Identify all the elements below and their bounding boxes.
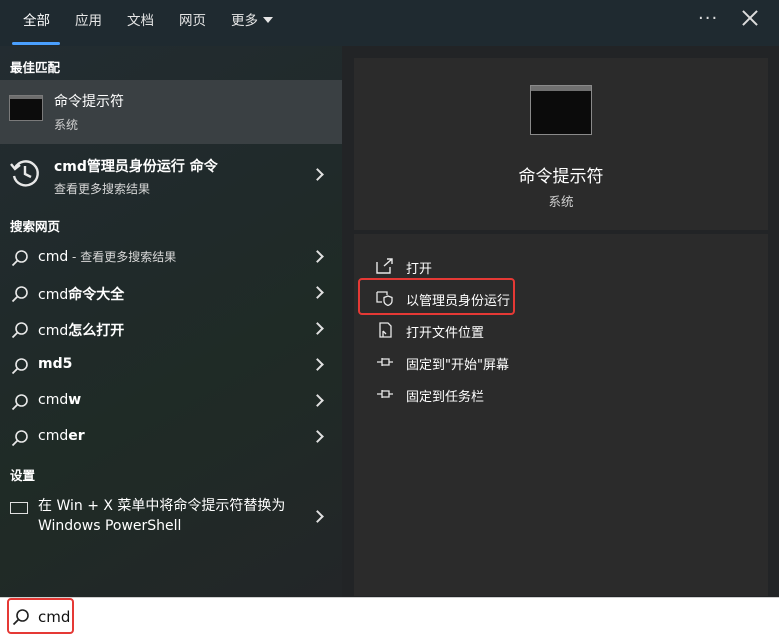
- search-icon: [11, 394, 28, 411]
- web-result[interactable]: md5: [0, 348, 342, 384]
- web-result[interactable]: cmd怎么打开: [0, 312, 342, 348]
- search-bar: [0, 597, 779, 635]
- more-horizontal-icon[interactable]: ···: [698, 8, 718, 29]
- web-result[interactable]: cmd - 查看更多搜索结果: [0, 240, 342, 276]
- chevron-right-icon: [311, 394, 324, 407]
- best-match-heading: 最佳匹配: [10, 60, 61, 75]
- display-icon: [10, 502, 28, 514]
- action-open-file-location-label: 打开文件位置: [406, 326, 485, 341]
- action-pin-to-taskbar[interactable]: 固定到任务栏: [354, 378, 768, 410]
- pin-icon: [377, 390, 393, 398]
- web-result[interactable]: cmder: [0, 420, 342, 456]
- web-result-suffix: - 查看更多搜索结果: [68, 250, 177, 264]
- highlight-box: [7, 598, 74, 634]
- chevron-right-icon: [311, 168, 324, 181]
- best-match-subtitle: 系统: [54, 118, 79, 132]
- tab-more[interactable]: 更多: [231, 11, 273, 35]
- active-tab-indicator: [12, 42, 60, 45]
- action-pin-to-taskbar-label: 固定到任务栏: [406, 390, 485, 405]
- web-result-typed: cmd: [38, 287, 69, 303]
- web-result-completion: er: [68, 428, 85, 444]
- chevron-right-icon: [311, 286, 324, 299]
- web-result-typed: cmd: [38, 392, 69, 408]
- web-result-typed: cmd: [38, 323, 69, 339]
- open-icon: [376, 258, 393, 274]
- tab-web[interactable]: 网页: [179, 11, 206, 35]
- web-result[interactable]: cmdw: [0, 384, 342, 420]
- preview-subtitle: 系统: [548, 194, 574, 209]
- web-result-text: cmd: [38, 249, 69, 265]
- command-prompt-icon: [9, 95, 43, 121]
- search-icon: [11, 322, 28, 339]
- pin-icon: [377, 358, 393, 366]
- web-result-completion: 怎么打开: [68, 323, 125, 339]
- web-result[interactable]: cmd命令大全: [0, 276, 342, 312]
- best-match-item[interactable]: 命令提示符 系统: [0, 80, 342, 144]
- chevron-right-icon: [311, 358, 324, 371]
- chevron-right-icon: [311, 250, 324, 263]
- action-pin-to-start-label: 固定到"开始"屏幕: [406, 358, 509, 373]
- file-location-icon: [379, 322, 392, 338]
- chevron-down-icon: [263, 17, 273, 23]
- web-result-completion: w: [68, 392, 82, 408]
- web-result-typed: cmd: [38, 428, 69, 444]
- search-icon: [11, 358, 28, 375]
- settings-heading: 设置: [10, 468, 36, 483]
- chevron-right-icon: [311, 430, 324, 443]
- best-match-title: 命令提示符: [54, 94, 124, 110]
- tab-all[interactable]: 全部: [23, 11, 50, 35]
- search-icon: [11, 250, 28, 267]
- action-pin-to-start[interactable]: 固定到"开始"屏幕: [354, 346, 768, 378]
- chevron-right-icon: [311, 510, 324, 523]
- tab-apps[interactable]: 应用: [75, 11, 102, 35]
- tab-documents[interactable]: 文档: [127, 11, 154, 35]
- web-result-completion: md5: [38, 356, 73, 372]
- tab-more-label: 更多: [231, 13, 258, 29]
- chevron-right-icon: [311, 322, 324, 335]
- history-suggestion[interactable]: cmd管理员身份运行 命令 查看更多搜索结果: [0, 144, 342, 204]
- search-web-heading: 搜索网页: [10, 219, 61, 234]
- action-open-file-location[interactable]: 打开文件位置: [354, 314, 768, 346]
- command-prompt-icon: [530, 85, 592, 135]
- filter-tab-bar: 全部 应用 文档 网页 更多 ···: [0, 0, 779, 46]
- web-result-completion: 命令大全: [68, 287, 125, 303]
- search-icon: [11, 286, 28, 303]
- settings-result[interactable]: 在 Win + X 菜单中将命令提示符替换为 Windows PowerShel…: [0, 490, 342, 546]
- settings-result-text: 在 Win + X 菜单中将命令提示符替换为 Windows PowerShel…: [38, 498, 286, 534]
- search-icon: [11, 430, 28, 447]
- search-input[interactable]: [38, 606, 438, 628]
- history-title: cmd管理员身份运行 命令: [54, 159, 218, 175]
- history-icon: [10, 160, 39, 187]
- preview-title: 命令提示符: [518, 167, 604, 187]
- history-subtitle: 查看更多搜索结果: [54, 182, 151, 196]
- app-preview-card: 命令提示符 系统: [354, 58, 768, 230]
- close-icon[interactable]: [740, 8, 760, 28]
- action-open-label: 打开: [406, 262, 433, 277]
- highlight-box: [358, 278, 515, 315]
